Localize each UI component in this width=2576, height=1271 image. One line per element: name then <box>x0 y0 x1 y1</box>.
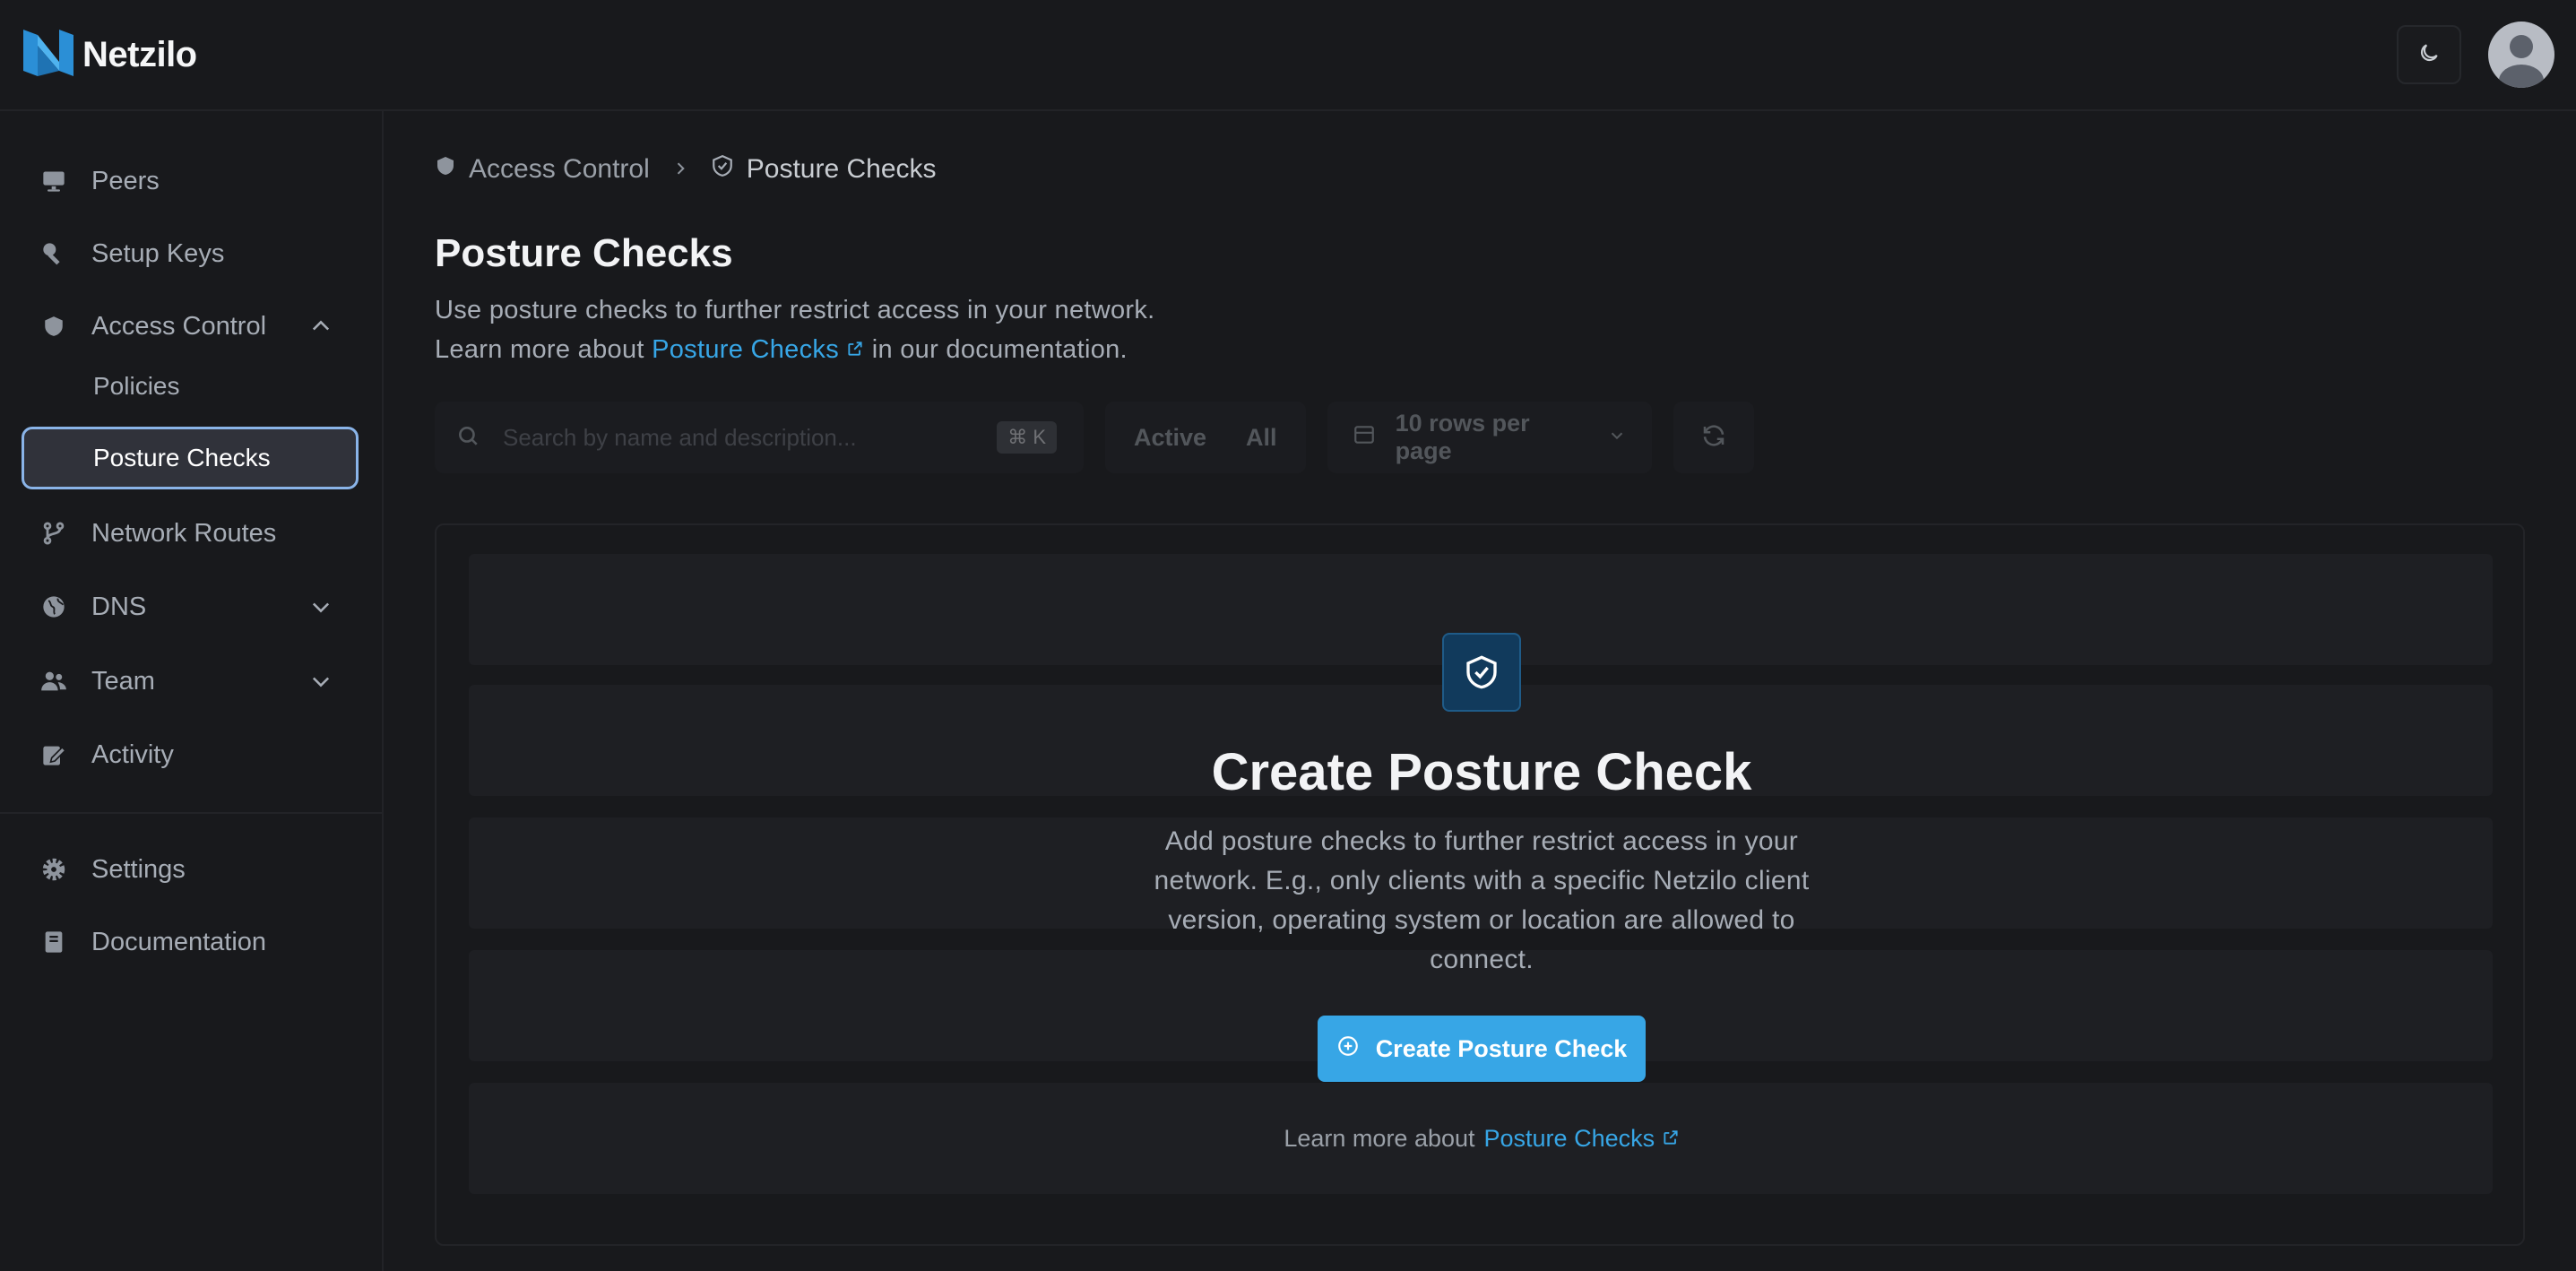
sidebar-item-activity[interactable]: Activity <box>22 722 359 787</box>
monitor-icon <box>39 167 68 195</box>
top-bar: Netzilo <box>0 0 2576 111</box>
posture-checks-learn-link[interactable]: Posture Checks <box>1484 1125 1680 1153</box>
create-posture-check-button[interactable]: Create Posture Check <box>1318 1016 1646 1082</box>
shield-icon <box>435 154 456 185</box>
gear-icon <box>39 855 68 884</box>
empty-state-title: Create Posture Check <box>1211 743 1752 801</box>
avatar[interactable] <box>2488 22 2554 88</box>
brand-name: Netzilo <box>82 34 197 74</box>
sidebar-item-label: Team <box>91 666 155 696</box>
plus-circle-icon <box>1336 1034 1360 1064</box>
page-description-prefix: Learn more about <box>435 335 644 364</box>
sidebar-item-label: Peers <box>91 166 160 195</box>
sidebar-item-label: Posture Checks <box>93 444 271 471</box>
chevron-down-icon[interactable] <box>308 669 333 701</box>
netzilo-logo-icon <box>22 26 75 84</box>
globe-icon <box>39 592 68 621</box>
sidebar-item-label: Settings <box>91 854 186 884</box>
sidebar-item-setup-keys[interactable]: Setup Keys <box>22 221 359 286</box>
breadcrumb: Access Control Posture Checks <box>435 154 937 185</box>
empty-state: Create Posture Check Add posture checks … <box>437 633 2523 1153</box>
external-link-icon <box>846 335 864 364</box>
refresh-icon <box>1700 422 1727 454</box>
sidebar-item-label: Activity <box>91 739 174 769</box>
rows-per-page-select[interactable]: 10 rows per page <box>1327 402 1652 473</box>
users-icon <box>39 667 68 696</box>
breadcrumb-parent[interactable]: Access Control <box>469 154 650 185</box>
sidebar-item-label: DNS <box>91 592 147 621</box>
sidebar-item-label: Setup Keys <box>91 238 225 268</box>
page-title: Posture Checks <box>435 231 733 275</box>
sidebar-item-network-routes[interactable]: Network Routes <box>22 501 359 566</box>
link-label: Posture Checks <box>1483 1125 1655 1152</box>
refresh-button[interactable] <box>1673 402 1754 473</box>
posture-checks-doc-link[interactable]: Posture Checks <box>652 335 864 364</box>
search-input[interactable]: Search by name and description... ⌘ K <box>435 402 1084 473</box>
sidebar: Peers Setup Keys Access Control Policies… <box>0 111 384 1271</box>
search-placeholder: Search by name and description... <box>503 423 857 451</box>
toolbar: Search by name and description... ⌘ K Ac… <box>435 402 1754 473</box>
theme-toggle-button[interactable] <box>2397 25 2461 84</box>
git-branch-icon <box>39 519 68 548</box>
chevron-right-icon <box>671 154 689 185</box>
external-link-icon <box>1662 1125 1680 1152</box>
search-icon <box>456 424 480 452</box>
sidebar-item-settings[interactable]: Settings <box>22 837 359 902</box>
chevron-down-icon <box>1607 424 1627 452</box>
shield-check-icon <box>1442 633 1521 712</box>
chevron-up-icon[interactable] <box>308 314 333 346</box>
shield-icon <box>39 312 68 341</box>
sidebar-item-label: Network Routes <box>91 518 277 548</box>
empty-state-card: Create Posture Check Add posture checks … <box>435 523 2525 1246</box>
page-description-line: Use posture checks to further restrict a… <box>435 296 1155 324</box>
sidebar-item-peers[interactable]: Peers <box>22 149 359 213</box>
key-icon <box>39 239 68 268</box>
sidebar-item-posture-checks[interactable]: Posture Checks <box>22 427 359 489</box>
brand[interactable]: Netzilo <box>22 26 197 84</box>
sidebar-item-access-control[interactable]: Access Control <box>22 294 359 359</box>
moon-icon <box>2417 41 2441 69</box>
sidebar-item-label: Documentation <box>91 927 267 956</box>
sidebar-item-team[interactable]: Team <box>22 649 359 713</box>
page-description-suffix: in our documentation. <box>871 335 1128 364</box>
main-content: Access Control Posture Checks Posture Ch… <box>384 111 2576 1271</box>
rows-per-page-label: 10 rows per page <box>1395 410 1530 464</box>
breadcrumb-current: Posture Checks <box>746 154 937 184</box>
table-icon <box>1353 423 1376 453</box>
sidebar-item-label: Access Control <box>91 311 267 341</box>
learn-more-prefix: Learn more about <box>1284 1125 1475 1152</box>
page-description: Use posture checks to further restrict a… <box>435 290 1155 369</box>
filter-all-button[interactable]: All <box>1226 424 1297 452</box>
chevron-down-icon[interactable] <box>308 594 333 627</box>
button-label: Create Posture Check <box>1375 1034 1628 1062</box>
sidebar-divider <box>0 812 382 814</box>
sidebar-item-label: Policies <box>93 372 180 400</box>
filter-active-button[interactable]: Active <box>1114 424 1226 452</box>
status-filter: Active All <box>1105 402 1306 473</box>
keyboard-shortcut-badge: ⌘ K <box>997 421 1057 454</box>
learn-more: Learn more about Posture Checks <box>437 1125 2523 1153</box>
book-icon <box>39 928 68 956</box>
pencil-note-icon <box>39 740 68 769</box>
sidebar-item-dns[interactable]: DNS <box>22 575 359 639</box>
shield-check-icon <box>711 154 734 185</box>
sidebar-item-documentation[interactable]: Documentation <box>22 910 359 974</box>
link-label: Posture Checks <box>652 335 839 364</box>
sidebar-item-policies[interactable]: Policies <box>22 355 359 418</box>
empty-state-description: Add posture checks to further restrict a… <box>1154 826 1810 974</box>
